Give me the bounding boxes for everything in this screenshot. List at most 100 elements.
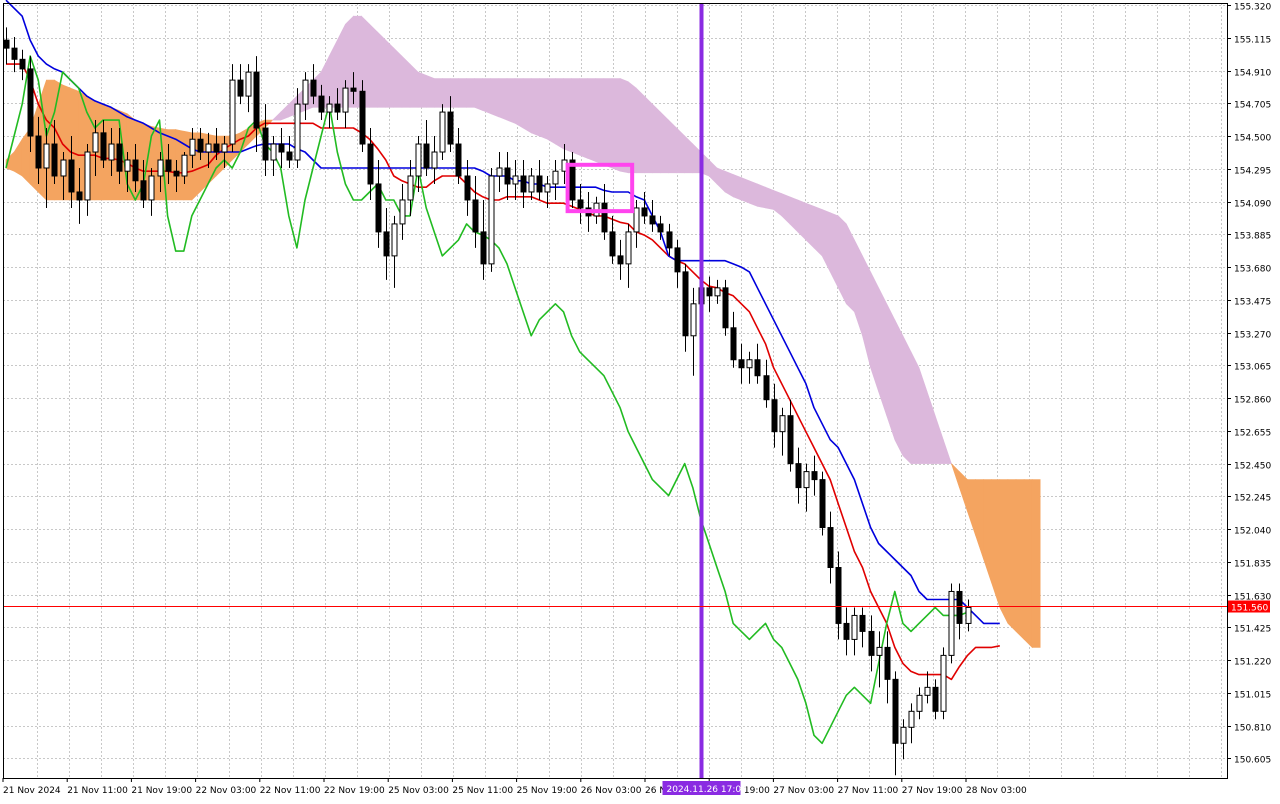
cloud-segment-bearish <box>498 78 508 121</box>
cloud-segment-bearish <box>571 78 581 156</box>
cloud-segment-bullish <box>1031 479 1041 648</box>
cloud-segment-bearish <box>393 47 403 108</box>
candle-body-down <box>577 199 584 209</box>
candle-body-down <box>132 159 139 182</box>
candle-body-down <box>51 143 58 177</box>
cloud-segment-bearish <box>894 319 904 456</box>
candle-body-up <box>746 359 753 369</box>
candle-body-down <box>884 646 891 680</box>
candle-body-down <box>318 95 325 113</box>
candle-body-up <box>512 175 519 185</box>
cloud-segment-bearish <box>433 78 443 108</box>
candle-body-down <box>310 79 317 97</box>
cloud-segment-bearish <box>886 303 896 440</box>
candle-body-down <box>738 359 745 369</box>
cloud-segment-bearish <box>474 78 484 111</box>
cloud-segment-bearish <box>595 78 605 166</box>
candle-body-up <box>221 143 228 153</box>
candle-body-up <box>488 175 495 265</box>
candle-body-up <box>633 207 640 233</box>
cloud-segment-bullish <box>46 79 55 201</box>
candle-body-up <box>181 154 188 177</box>
candle-body-up <box>876 646 883 656</box>
cloud-segment-bearish <box>910 351 920 464</box>
y-axis-tick-label: 153.680 <box>1234 265 1271 275</box>
candle-body-up <box>948 590 955 656</box>
cloud-segment-bearish <box>765 186 774 210</box>
cloud-segment-bearish <box>902 335 912 465</box>
candle-body-up <box>60 159 67 177</box>
cloud-segment-bearish <box>482 78 492 115</box>
cloud-segment-bearish <box>401 55 411 108</box>
candle-body-down <box>173 170 180 177</box>
cloud-segment-bearish <box>547 78 556 145</box>
x-axis-tick-label: 21 Nov 2024 <box>3 786 61 796</box>
y-axis-tick-label: 154.295 <box>1234 167 1271 177</box>
y-axis-tick-label: 152.450 <box>1234 462 1271 472</box>
candle-body-up <box>84 151 91 201</box>
cloud-segment-bearish <box>522 78 532 134</box>
cloud-segment-bearish <box>635 87 645 174</box>
candle-body-up <box>229 79 236 145</box>
candle-body-down <box>455 143 462 177</box>
candle-body-down <box>19 58 26 70</box>
cloud-segment-bearish <box>652 103 661 174</box>
cloud-segment-bearish <box>732 173 742 201</box>
candle-body-down <box>213 143 220 153</box>
candle-body-down <box>932 686 939 712</box>
candle-body-down <box>609 231 616 257</box>
candle-body-down <box>674 247 681 273</box>
candle-body-up <box>916 694 923 712</box>
x-axis-tick-label: 25 Nov 11:00 <box>452 786 513 796</box>
y-axis-tick-label: 152.655 <box>1234 429 1271 439</box>
candle-body-down <box>649 215 656 225</box>
candle-body-down <box>76 191 83 201</box>
y-axis-tick-label: 152.040 <box>1234 527 1271 537</box>
candle-body-down <box>819 479 826 529</box>
cloud-segment-bearish <box>668 119 677 174</box>
candle-body-up <box>157 159 164 177</box>
cloud-segment-bearish <box>627 81 637 174</box>
x-axis-tick-label: 22 Nov 19:00 <box>324 786 385 796</box>
candle-body-down <box>27 68 34 137</box>
candle-body-up <box>714 287 721 297</box>
x-axis-tick-label: 21 Nov 11:00 <box>67 786 128 796</box>
candle-body-down <box>835 566 842 624</box>
candle-body-up <box>900 726 907 744</box>
candle-body-down <box>827 527 834 568</box>
candle-body-down <box>464 175 471 201</box>
y-axis-tick-label: 152.860 <box>1234 396 1271 406</box>
candle-body-down <box>956 590 963 624</box>
candle-body-down <box>11 47 18 60</box>
candle-body-down <box>641 207 648 217</box>
y-axis-tick-label: 152.245 <box>1234 494 1271 504</box>
candle-body-up <box>803 471 810 489</box>
cloud-segment-bullish <box>1015 479 1025 641</box>
candle-body-down <box>754 359 761 377</box>
candle-body-down <box>520 175 527 193</box>
cloud-segment-bearish <box>740 177 750 204</box>
candle-body-down <box>116 143 123 172</box>
x-axis-tick-label: 22 Nov 03:00 <box>196 786 257 796</box>
y-axis-tick-label: 154.500 <box>1234 134 1271 144</box>
cloud-segment-bearish <box>805 202 815 249</box>
candle-body-up <box>399 199 406 225</box>
candle-body-down <box>472 199 479 233</box>
candle-body-up <box>205 143 212 153</box>
cloud-segment-bearish <box>409 63 419 108</box>
x-axis-tick-label: 21 Nov 19:00 <box>131 786 192 796</box>
candle-body-up <box>302 79 309 105</box>
vertical-marker-label: 2024.11.26 17:00 <box>667 785 748 795</box>
candle-body-down <box>35 135 42 169</box>
ichimoku-chart[interactable]: 155.320 155.115 154.910 154.705 154.500 154.2… <box>0 0 1280 800</box>
cloud-segment-bearish <box>538 78 548 140</box>
candle-body-down <box>763 375 770 401</box>
candle-body-down <box>657 223 664 233</box>
candle-body-down <box>536 175 543 193</box>
cloud-segment-bearish <box>676 127 686 174</box>
candle-body-down <box>722 287 729 329</box>
cloud-segment-bearish <box>603 78 613 169</box>
cloud-segment-bearish <box>555 78 564 150</box>
cloud-segment-bearish <box>425 74 435 108</box>
candle-body-up <box>189 138 196 156</box>
